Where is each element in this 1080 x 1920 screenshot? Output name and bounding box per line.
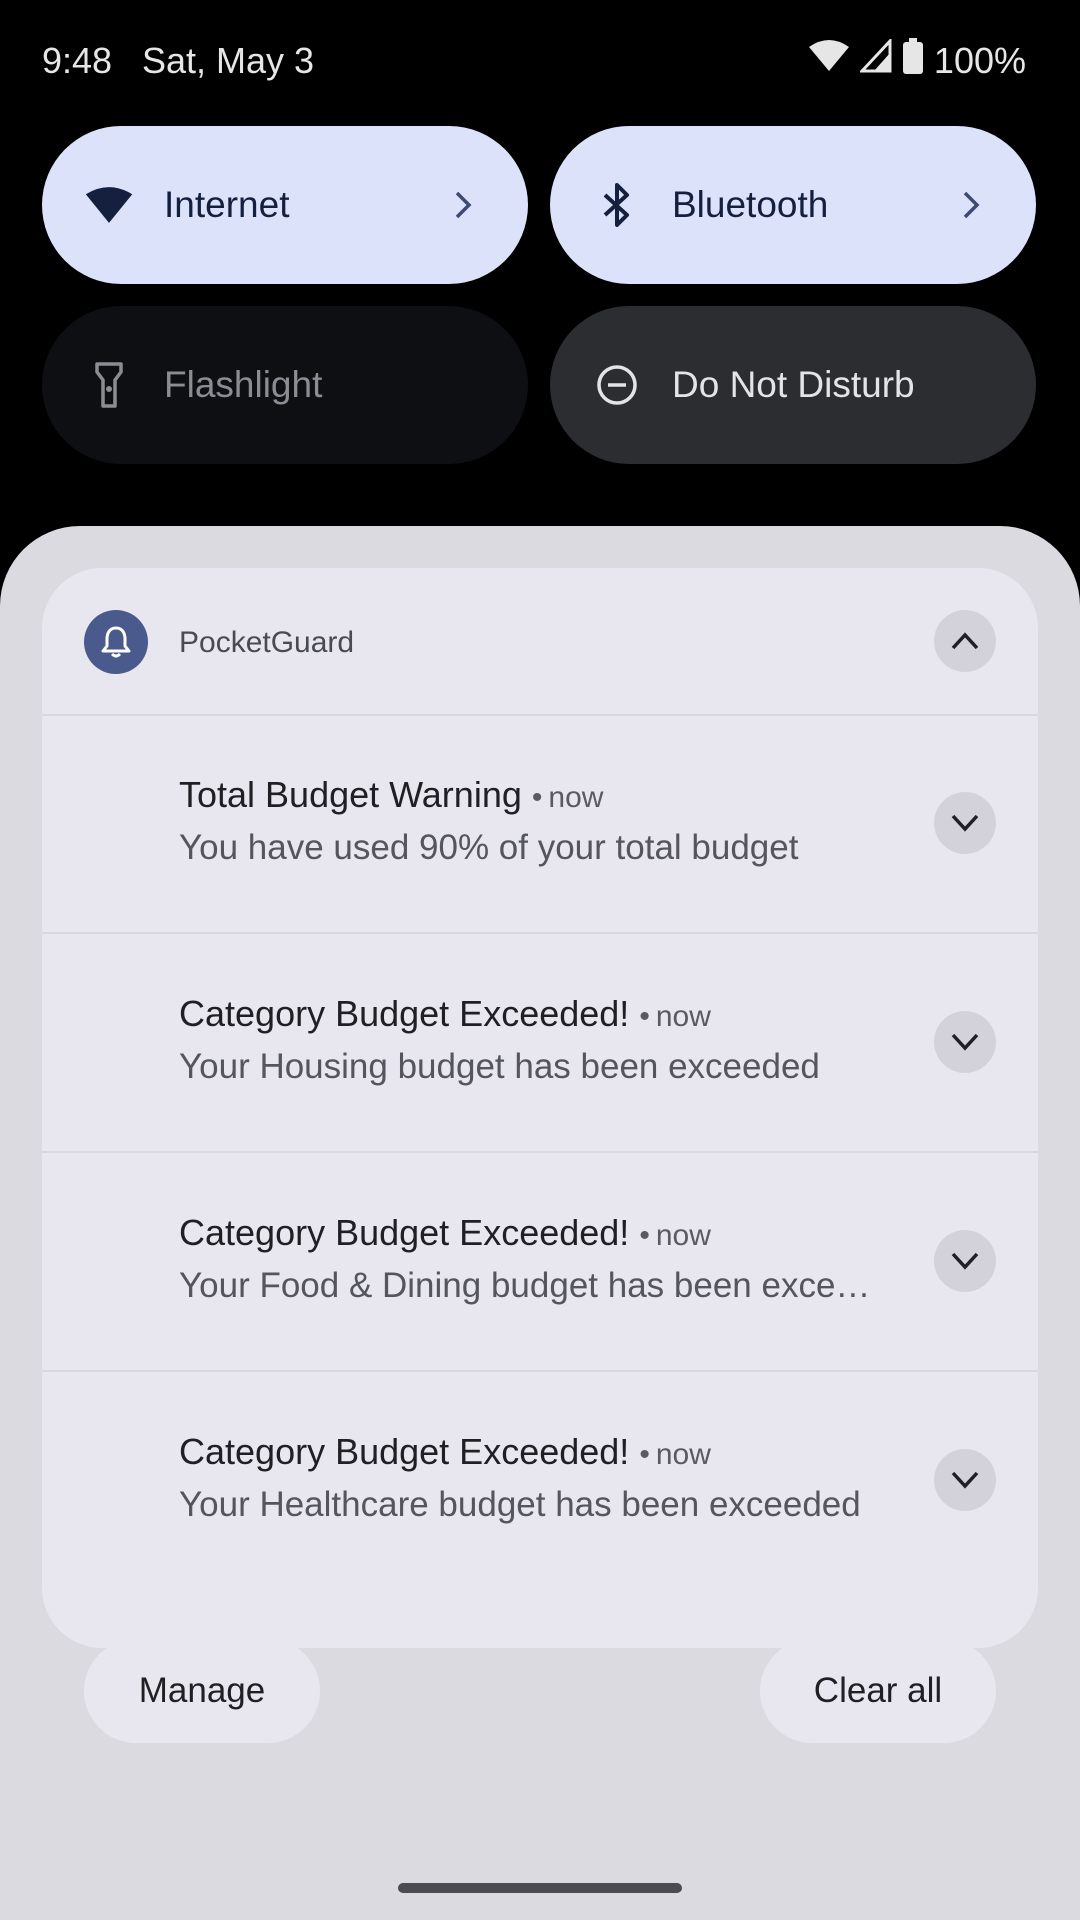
notification-item[interactable]: Category Budget Exceeded! • now Your Healt… xyxy=(42,1371,1038,1589)
notification-time: now xyxy=(655,1438,711,1471)
date: Sat, May 3 xyxy=(142,40,315,81)
separator-dot: • xyxy=(531,781,543,814)
separator-dot: • xyxy=(639,1000,650,1033)
notification-text: Your Food & Dining budget has been excee… xyxy=(179,1266,879,1305)
tile-do-not-disturb[interactable]: Do Not Disturb xyxy=(550,306,1036,464)
cell-signal-icon xyxy=(858,37,892,82)
status-icons: 100% xyxy=(808,37,1026,83)
battery-icon xyxy=(902,38,924,83)
wifi-icon xyxy=(808,39,850,82)
notification-text: You have used 90% of your total budget xyxy=(179,828,799,867)
tile-bluetooth[interactable]: Bluetooth xyxy=(550,126,1036,284)
chevron-down-icon xyxy=(951,1471,979,1489)
tile-flashlight-label: Flashlight xyxy=(164,364,323,405)
expand-button[interactable] xyxy=(934,1449,996,1511)
expand-button[interactable] xyxy=(934,1230,996,1292)
tile-flashlight[interactable]: Flashlight xyxy=(42,306,528,464)
home-indicator[interactable] xyxy=(398,1883,682,1893)
notification-time: now xyxy=(548,781,604,814)
chevron-down-icon xyxy=(951,814,979,832)
notification-time: now xyxy=(655,1000,711,1033)
chevron-up-icon xyxy=(951,632,979,650)
tile-internet-label: Internet xyxy=(164,184,290,225)
tile-bluetooth-label: Bluetooth xyxy=(672,184,829,225)
flashlight-icon xyxy=(84,360,134,410)
notification-item[interactable]: Total Budget Warning • now You have used 9… xyxy=(42,714,1038,934)
notification-title: Category Budget Exceeded! xyxy=(179,1431,630,1472)
expand-button[interactable] xyxy=(934,1011,996,1073)
notification-shade: PocketGuard Total Budget Warning • now You… xyxy=(0,526,1080,1920)
bell-icon xyxy=(84,610,148,674)
notification-group-card: PocketGuard Total Budget Warning • now You… xyxy=(42,568,1038,1648)
bluetooth-icon xyxy=(592,180,642,230)
app-name: PocketGuard xyxy=(179,626,355,659)
chevron-right-icon xyxy=(956,185,986,225)
notification-group-header[interactable]: PocketGuard xyxy=(42,568,1038,716)
notification-item[interactable]: Category Budget Exceeded! • now Your Food … xyxy=(42,1152,1038,1372)
tile-internet[interactable]: Internet xyxy=(42,126,528,284)
chevron-down-icon xyxy=(951,1033,979,1051)
notification-title: Category Budget Exceeded! xyxy=(179,1212,630,1253)
tile-dnd-label: Do Not Disturb xyxy=(672,364,915,405)
collapse-button[interactable] xyxy=(934,610,996,672)
chevron-right-icon xyxy=(448,185,478,225)
expand-button[interactable] xyxy=(934,792,996,854)
status-bar: 9:48 Sat, May 3 100% xyxy=(0,0,1080,124)
do-not-disturb-icon xyxy=(592,360,642,410)
notification-time: now xyxy=(655,1219,711,1252)
separator-dot: • xyxy=(639,1438,650,1471)
manage-button[interactable]: Manage xyxy=(84,1639,320,1743)
chevron-down-icon xyxy=(951,1252,979,1270)
notification-title: Total Budget Warning xyxy=(179,774,522,815)
clock: 9:48 xyxy=(42,40,113,81)
notification-text: Your Housing budget has been exceeded xyxy=(179,1047,820,1086)
clear-all-button[interactable]: Clear all xyxy=(760,1639,996,1743)
notification-title: Category Budget Exceeded! xyxy=(179,993,630,1034)
notification-text: Your Healthcare budget has been exceeded xyxy=(179,1485,861,1524)
notification-item[interactable]: Category Budget Exceeded! • now Your Housi… xyxy=(42,933,1038,1153)
wifi-icon xyxy=(84,180,134,230)
battery-percent: 100% xyxy=(933,39,1026,81)
separator-dot: • xyxy=(639,1219,650,1252)
